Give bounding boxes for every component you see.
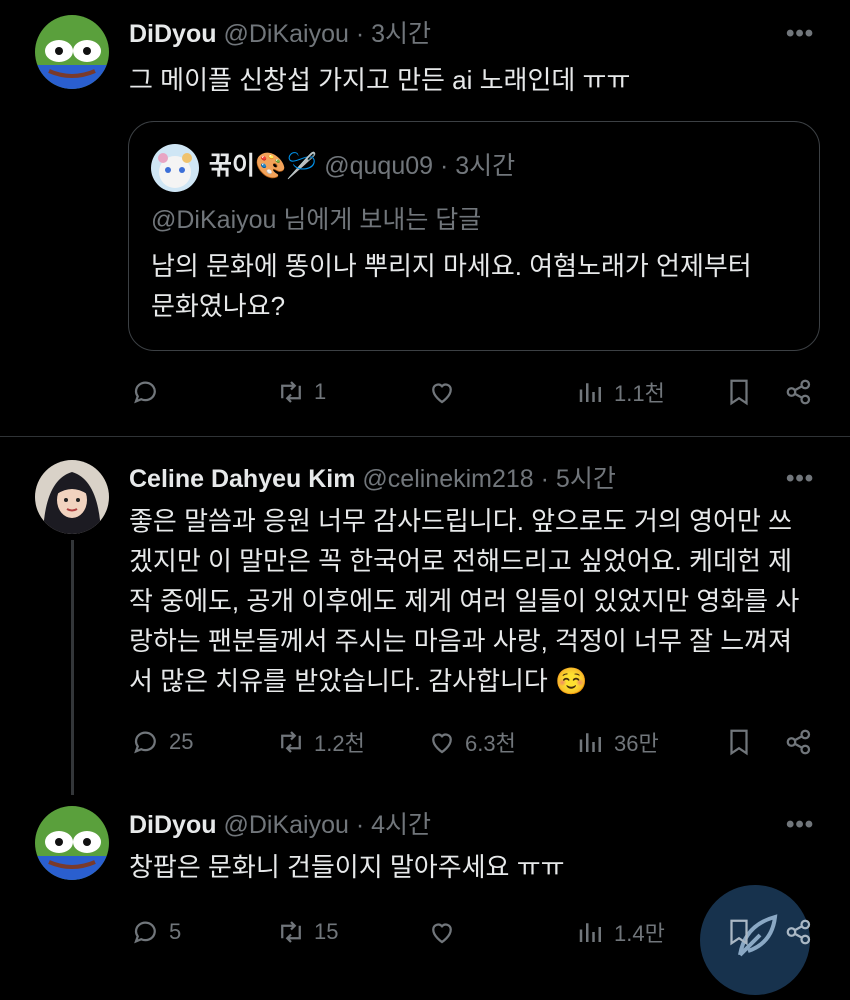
share-button[interactable] [784,722,814,762]
quote-reply-to: @DiKaiyou 님에게 보내는 답글 [151,206,482,234]
tweet-actions: 1 1.1천 [0,372,850,412]
bookmark-icon [730,379,748,406]
like-button[interactable]: 6.3천 [427,722,516,762]
retweet-button[interactable]: 15 [276,912,338,952]
tweet-actions: 25 1.2천 6.3천 36만 [0,722,850,762]
views-button[interactable]: 1.4만 [576,912,665,952]
retweet-count: 1 [314,379,327,404]
tweet-1[interactable]: DiDyou @DiKaiyou · 3시간 ••• 그 메이플 신창섭 가지고… [0,0,850,436]
author-name[interactable]: DiDyou [129,811,217,839]
tweet-2[interactable]: Celine Dahyeu Kim @celinekim218 · 5시간 ••… [0,437,850,795]
quote-header: 꾺이🎨🪡 @ququ09 · 3시간 [209,150,515,182]
share-icon [786,729,811,755]
tweet-text-line: 좋은 말씀과 응원 너무 감사드립니다. 앞으로도 거의 영어만 쓰 [129,506,793,536]
separator: · [433,152,456,180]
bookmark-icon [730,729,748,756]
share-icon [786,379,811,405]
quote-timestamp: 3시간 [455,152,516,180]
more-options-icon[interactable]: ••• [786,465,814,493]
quoted-tweet[interactable]: 꾺이🎨🪡 @ququ09 · 3시간 @DiKaiyou 님에게 보내는 답글 … [128,121,820,351]
views-count: 36만 [614,731,659,756]
separator: · [533,465,556,493]
retweet-icon [281,731,301,753]
avatar[interactable] [35,806,109,880]
quote-text-line: 문화였나요? [151,291,286,321]
reply-icon [134,921,156,944]
avatar[interactable] [35,15,109,89]
views-icon [579,383,601,402]
quote-text-line: 남의 문화에 똥이나 뿌리지 마세요. 여혐노래가 언제부터 [151,251,752,281]
separator: · [348,811,372,839]
quote-author-handle: @ququ09 [324,152,434,180]
reply-count: 5 [169,919,182,944]
heart-icon [432,733,452,754]
tweet-3[interactable]: DiDyou @DiKaiyou · 4시간 ••• 창팝은 문화니 건들이지 … [0,792,850,995]
author-handle[interactable]: @DiKaiyou [223,20,348,48]
more-options-icon[interactable]: ••• [786,811,814,839]
quote-text: 남의 문화에 똥이나 뿌리지 마세요. 여혐노래가 언제부터 문화였나요? [151,246,752,326]
reply-button[interactable] [131,372,169,412]
tweet-header: DiDyou @DiKaiyou · 3시간 [129,18,431,50]
like-count: 6.3천 [465,731,516,756]
reply-count: 25 [169,729,194,754]
tweet-text: 그 메이플 신창섭 가지고 만든 ai 노래인데 ㅠㅠ [129,65,631,95]
retweet-icon [281,921,301,943]
avatar[interactable] [35,460,109,534]
quote-author-name: 꾺이 [209,152,256,180]
tweet-actions: 5 15 1.4만 [0,912,850,952]
heart-icon [432,923,452,944]
retweet-button[interactable]: 1 [276,372,326,412]
timestamp[interactable]: 4시간 [371,811,431,839]
separator: · [348,20,372,48]
bookmark-icon [730,919,748,946]
tweet-header: Celine Dahyeu Kim @celinekim218 · 5시간 [129,463,616,495]
views-button[interactable]: 1.1천 [576,372,665,412]
reply-icon [134,731,156,754]
views-button[interactable]: 36만 [576,722,659,762]
share-button[interactable] [784,372,814,412]
bookmark-button[interactable] [724,722,754,762]
tweet-text-line: 서 많은 치유를 받았습니다. 감사합니다 ☺️ [129,666,588,696]
author-handle[interactable]: @DiKaiyou [223,811,348,839]
tweet-text: 창팝은 문화니 건들이지 말아주세요 ㅠㅠ [129,852,565,882]
retweet-icon [281,381,301,403]
share-icon [786,919,811,945]
more-options-icon[interactable]: ••• [786,20,814,48]
bookmark-button[interactable] [724,912,754,952]
author-name[interactable]: DiDyou [129,20,217,48]
tweet-text-line: 겠지만 이 말만은 꼭 한국어로 전해드리고 싶었어요. 케데헌 제 [129,546,793,576]
views-count: 1.1천 [614,381,665,406]
reply-icon [134,381,156,404]
tweet-header: DiDyou @DiKaiyou · 4시간 [129,809,431,841]
timestamp[interactable]: 5시간 [556,465,616,493]
retweet-button[interactable]: 1.2천 [276,722,365,762]
views-icon [579,733,601,752]
views-count: 1.4만 [614,921,665,946]
author-handle[interactable]: @celinekim218 [362,465,533,493]
views-icon [579,923,601,942]
bookmark-button[interactable] [724,372,754,412]
heart-icon [432,383,452,404]
tweet-text: 좋은 말씀과 응원 너무 감사드립니다. 앞으로도 거의 영어만 쓰 겠지만 이… [129,501,829,701]
quote-avatar [151,144,199,192]
tweet-text-line: 작 중에도, 공개 이후에도 제게 여러 일들이 있었지만 영화를 사 [129,586,800,616]
quote-author-emoji: 🎨🪡 [255,152,318,180]
author-name[interactable]: Celine Dahyeu Kim [129,465,355,493]
like-button[interactable] [427,912,465,952]
retweet-count: 15 [314,919,339,944]
reply-button[interactable]: 5 [131,912,181,952]
timestamp[interactable]: 3시간 [371,20,431,48]
share-button[interactable] [784,912,814,952]
like-button[interactable] [427,372,465,412]
reply-button[interactable]: 25 [131,722,193,762]
retweet-count: 1.2천 [314,731,365,756]
tweet-text-line: 랑하는 팬분들께서 주시는 마음과 사랑, 걱정이 너무 잘 느껴져 [129,626,793,656]
